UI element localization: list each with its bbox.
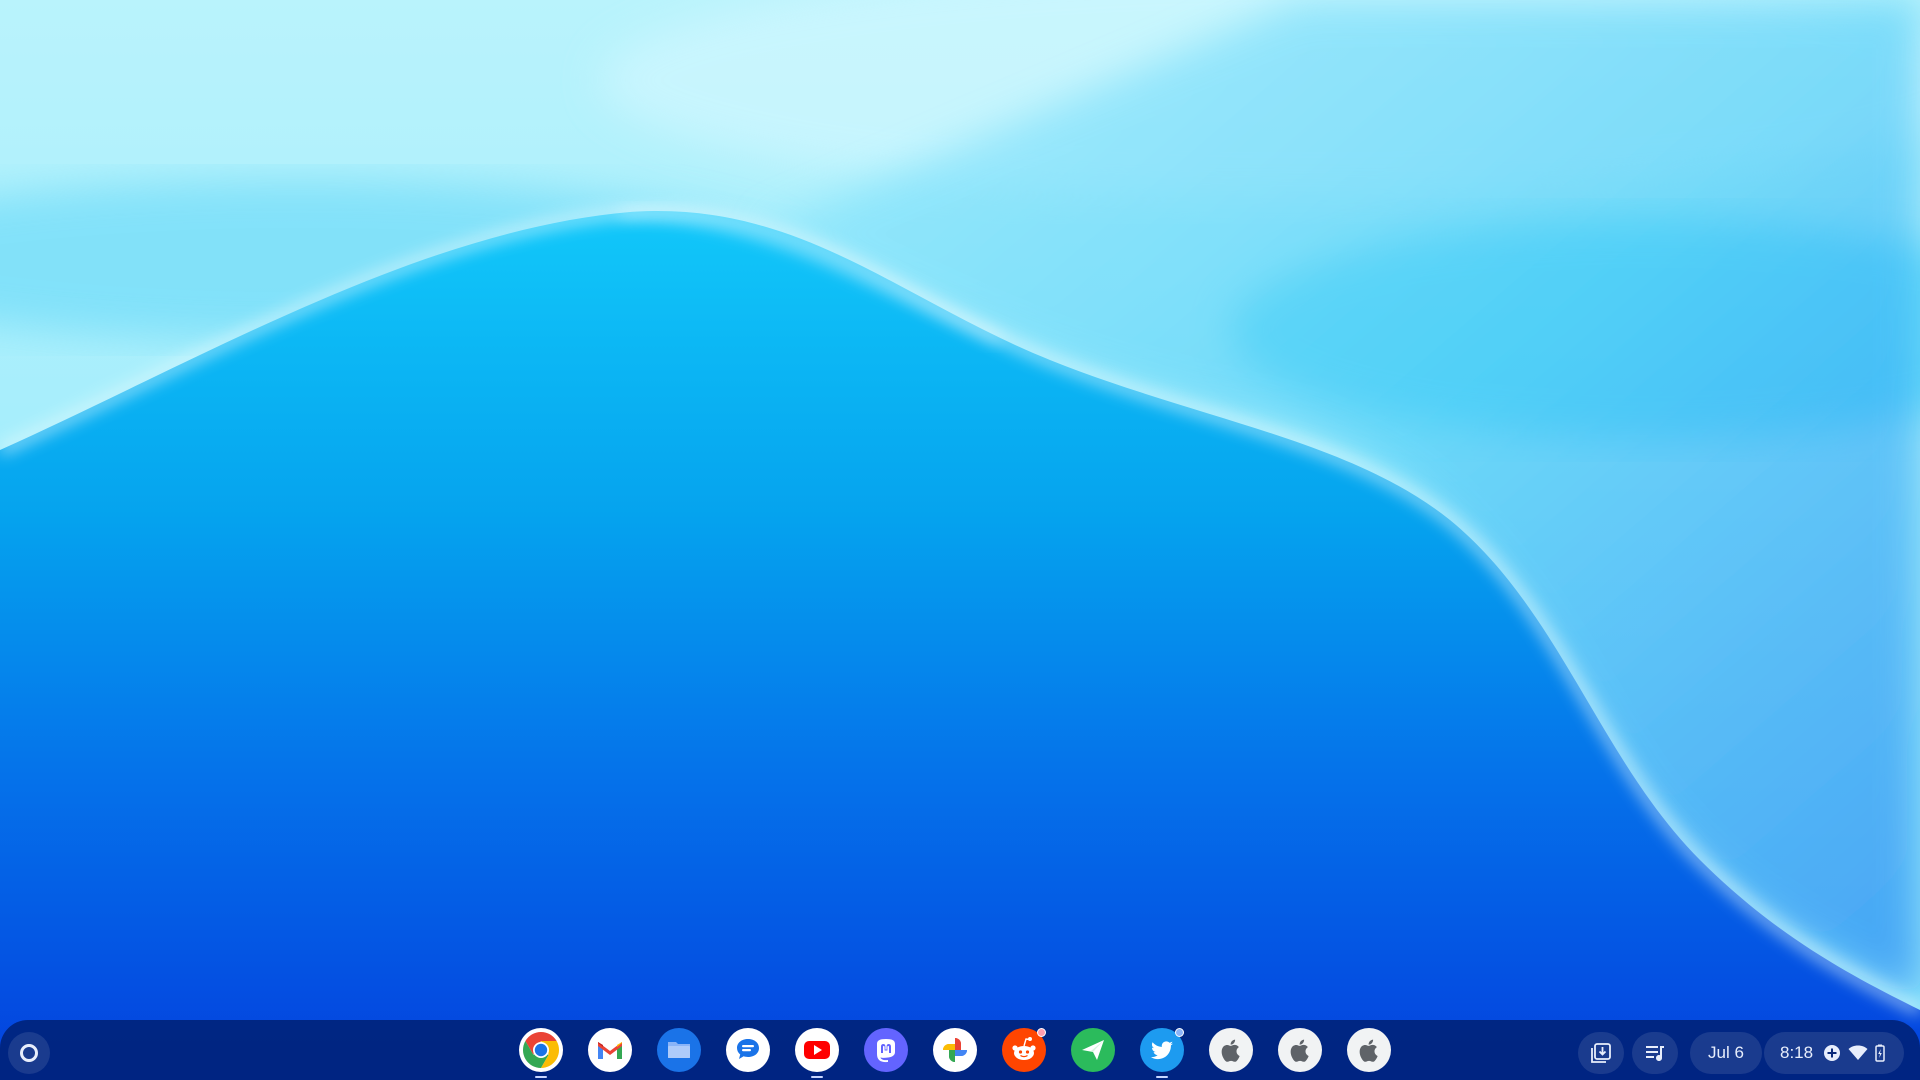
messages-icon — [726, 1028, 770, 1072]
battery-icon — [1875, 1044, 1885, 1062]
app-apple-1[interactable] — [1208, 1027, 1254, 1073]
app-messages[interactable] — [725, 1027, 771, 1073]
pinned-apps — [518, 1027, 1392, 1078]
launcher-button[interactable] — [8, 1032, 50, 1074]
running-indicator — [1156, 1076, 1168, 1078]
app-apple-3[interactable] — [1346, 1027, 1392, 1073]
time-label: 8:18 — [1780, 1043, 1814, 1062]
app-twitter[interactable] — [1139, 1027, 1185, 1078]
date-button[interactable]: Jul 6 — [1690, 1032, 1762, 1074]
wallpaper — [0, 0, 1920, 1080]
mastodon-icon — [864, 1028, 908, 1072]
add-circle-icon — [1824, 1045, 1841, 1061]
notification-dot — [1037, 1028, 1046, 1037]
media-controls-button[interactable] — [1632, 1032, 1678, 1074]
date-label: Jul 6 — [1708, 1043, 1744, 1062]
files-icon — [657, 1028, 701, 1072]
apple-icon — [1278, 1028, 1322, 1072]
chrome-icon — [519, 1028, 563, 1072]
media-playlist-icon — [1646, 1046, 1664, 1061]
app-chrome[interactable] — [518, 1027, 564, 1078]
apple-icon — [1209, 1028, 1253, 1072]
status-area[interactable]: 8:18 — [1764, 1032, 1904, 1074]
youtube-icon — [795, 1028, 839, 1072]
app-mastodon[interactable] — [863, 1027, 909, 1073]
holding-space-icon — [1591, 1043, 1611, 1063]
running-indicator — [535, 1076, 547, 1078]
notification-dot — [1175, 1028, 1184, 1037]
photos-icon — [933, 1028, 977, 1072]
apple-icon — [1347, 1028, 1391, 1072]
holding-space-button[interactable] — [1578, 1032, 1624, 1074]
app-youtube[interactable] — [794, 1027, 840, 1078]
app-apple-2[interactable] — [1277, 1027, 1323, 1073]
launcher-circle-icon — [20, 1044, 38, 1062]
app-reddit[interactable] — [1001, 1027, 1047, 1073]
running-indicator — [811, 1076, 823, 1078]
app-send[interactable] — [1070, 1027, 1116, 1073]
app-gmail[interactable] — [587, 1027, 633, 1073]
app-photos[interactable] — [932, 1027, 978, 1073]
desktop: Jul 6 8:18 — [0, 0, 1920, 1080]
wifi-icon — [1848, 1045, 1868, 1060]
send-icon — [1071, 1028, 1115, 1072]
app-files[interactable] — [656, 1027, 702, 1073]
gmail-icon — [588, 1028, 632, 1072]
shelf: Jul 6 8:18 — [0, 1020, 1920, 1080]
